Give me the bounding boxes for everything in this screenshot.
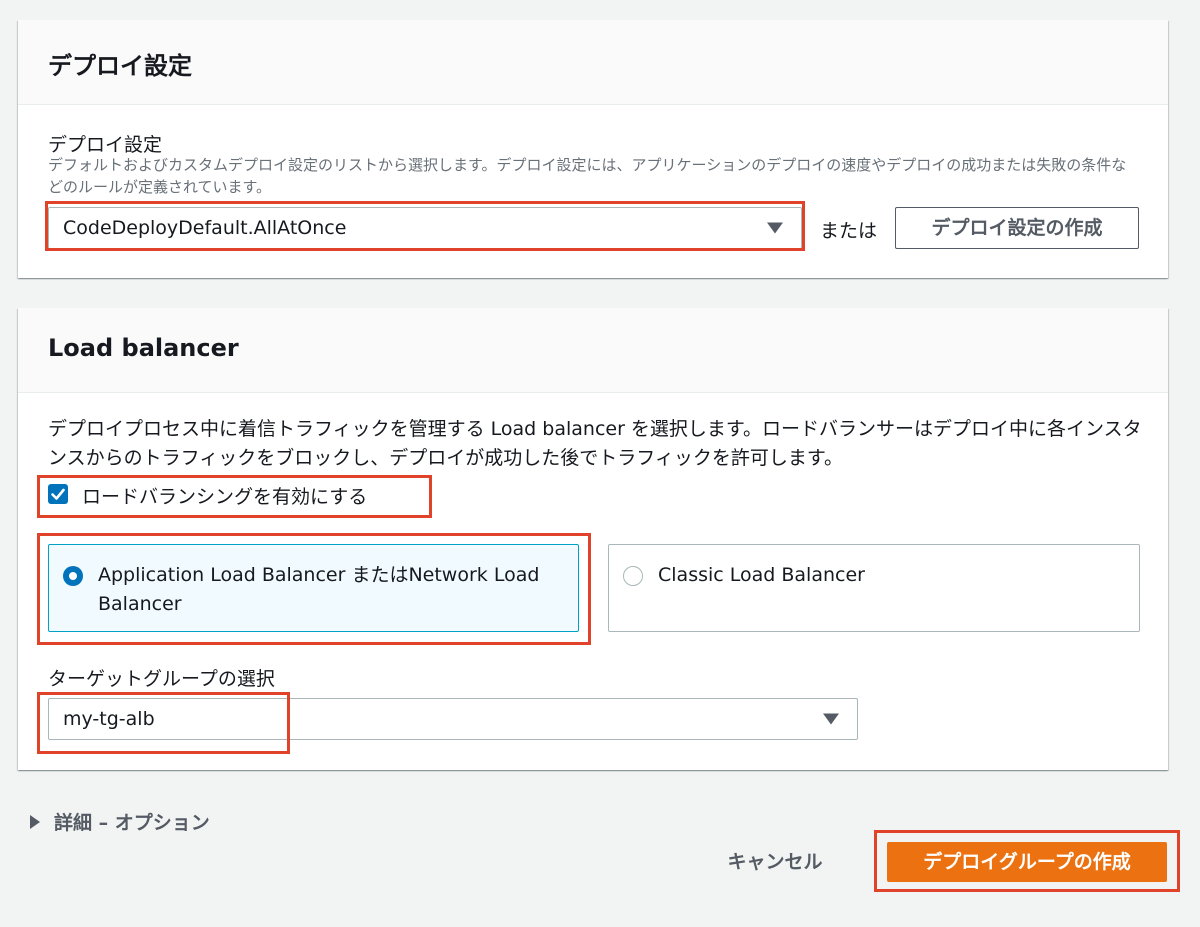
- classic-lb-option-tile[interactable]: Classic Load Balancer: [608, 544, 1140, 632]
- load-balancer-panel-header: Load balancer: [18, 308, 1168, 393]
- create-deploy-config-button[interactable]: デプロイ設定の作成: [895, 207, 1139, 249]
- alb-nlb-option-label: Application Load Balancer またはNetwork Loa…: [98, 564, 540, 615]
- alb-nlb-radio[interactable]: [63, 566, 83, 586]
- create-deployment-group-button[interactable]: デプロイグループの作成: [887, 842, 1167, 882]
- checkmark-icon: [51, 488, 65, 500]
- alb-nlb-option-tile[interactable]: Application Load Balancer またはNetwork Loa…: [48, 544, 579, 632]
- classic-lb-option-label: Classic Load Balancer: [658, 564, 865, 586]
- deploy-config-field-label: デプロイ設定: [48, 134, 163, 156]
- load-balancer-description: デプロイプロセス中に着信トラフィックを管理する Load balancer を選…: [48, 418, 1142, 469]
- target-group-label: ターゲットグループの選択: [48, 668, 275, 690]
- cancel-button[interactable]: キャンセル: [700, 842, 850, 882]
- deploy-config-select-value: CodeDeployDefault.AllAtOnce: [63, 217, 347, 239]
- classic-lb-radio[interactable]: [623, 566, 643, 586]
- caret-down-icon: [767, 222, 783, 234]
- or-text: または: [820, 220, 878, 242]
- deploy-config-select[interactable]: CodeDeployDefault.AllAtOnce: [48, 207, 802, 249]
- caret-down-icon: [823, 713, 839, 725]
- caret-right-icon: [30, 814, 40, 829]
- deploy-config-panel-header: デプロイ設定: [18, 20, 1168, 105]
- deploy-config-panel: デプロイ設定 デプロイ設定 デフォルトおよびカスタムデプロイ設定のリストから選択…: [18, 20, 1168, 278]
- enable-load-balancing-checkbox[interactable]: [48, 484, 68, 504]
- target-group-select[interactable]: my-tg-alb: [48, 698, 858, 740]
- deploy-config-panel-title: デプロイ設定: [48, 52, 192, 80]
- advanced-options-expander[interactable]: 詳細 – オプション: [30, 808, 210, 835]
- advanced-options-label: 詳細 – オプション: [54, 812, 210, 834]
- target-group-select-value: my-tg-alb: [63, 708, 155, 730]
- enable-load-balancing-label[interactable]: ロードバランシングを有効にする: [82, 482, 367, 509]
- load-balancer-panel-title: Load balancer: [48, 334, 239, 362]
- load-balancer-panel: Load balancer デプロイプロセス中に着信トラフィックを管理する Lo…: [18, 308, 1168, 770]
- deploy-config-description: デフォルトおよびカスタムデプロイ設定のリストから選択します。デプロイ設定には、ア…: [48, 156, 1127, 196]
